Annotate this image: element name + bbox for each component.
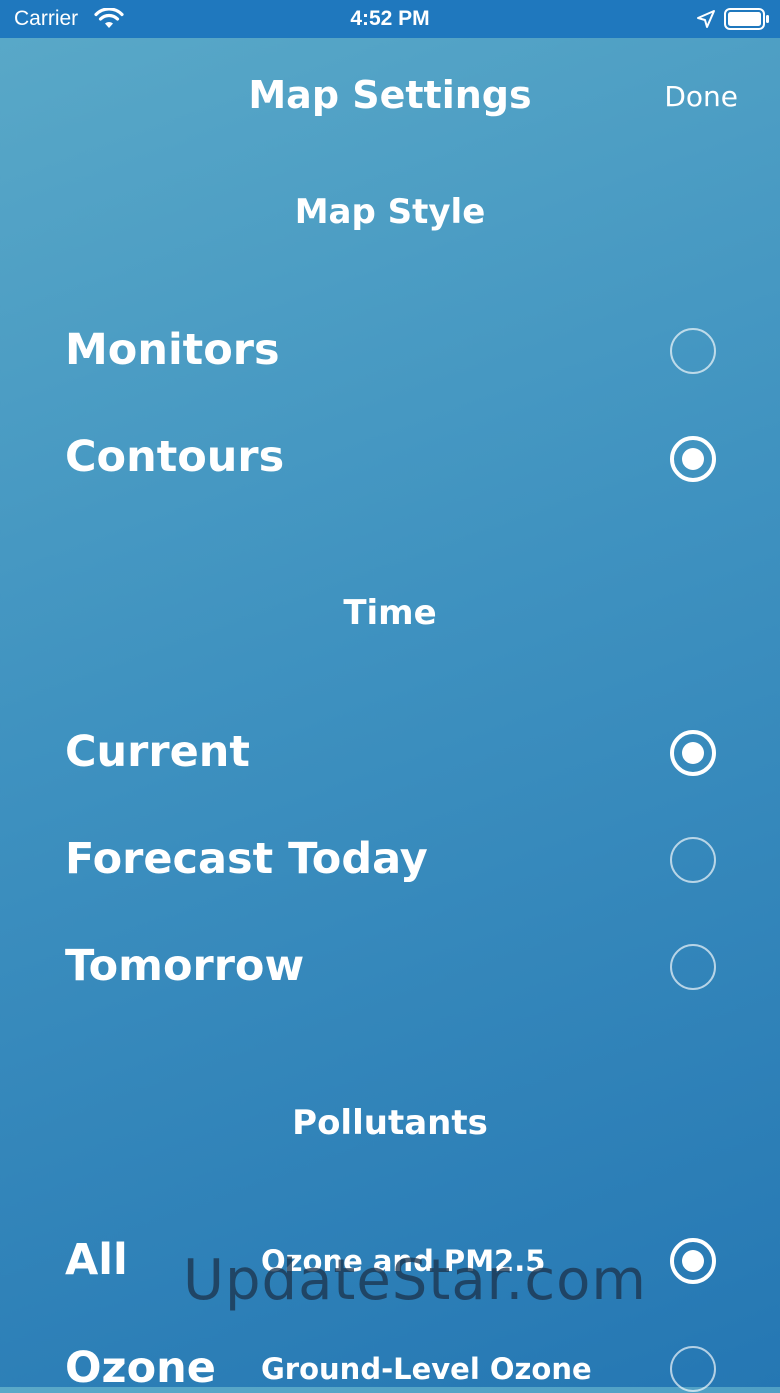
watermark-text: UpdateStar.com (183, 1248, 647, 1313)
option-all-label[interactable]: All (65, 1235, 128, 1285)
radio-all[interactable] (670, 1238, 716, 1284)
option-current-label[interactable]: Current (65, 727, 250, 777)
option-monitors-label[interactable]: Monitors (65, 325, 280, 375)
radio-forecast-today[interactable] (670, 837, 716, 883)
option-ozone-label[interactable]: Ozone (65, 1343, 216, 1393)
option-ozone-sublabel: Ground-Level Ozone (261, 1352, 592, 1386)
done-button[interactable]: Done (664, 80, 738, 113)
option-contours-label[interactable]: Contours (65, 432, 284, 482)
status-time: 4:52 PM (350, 7, 430, 30)
section-header-map-style: Map Style (294, 192, 486, 232)
option-tomorrow-label[interactable]: Tomorrow (65, 941, 304, 991)
page-title: Map Settings (248, 73, 532, 117)
radio-ozone[interactable] (670, 1346, 716, 1392)
battery-icon (724, 8, 770, 35)
location-arrow-icon (696, 9, 716, 34)
radio-monitors[interactable] (670, 328, 716, 374)
radio-tomorrow[interactable] (670, 944, 716, 990)
section-header-time: Time (343, 593, 437, 633)
radio-contours[interactable] (670, 436, 716, 482)
status-bar: Carrier 4:52 PM (0, 0, 780, 38)
option-forecast-today-label[interactable]: Forecast Today (65, 834, 428, 884)
radio-current[interactable] (670, 730, 716, 776)
section-header-pollutants: Pollutants (292, 1103, 488, 1143)
